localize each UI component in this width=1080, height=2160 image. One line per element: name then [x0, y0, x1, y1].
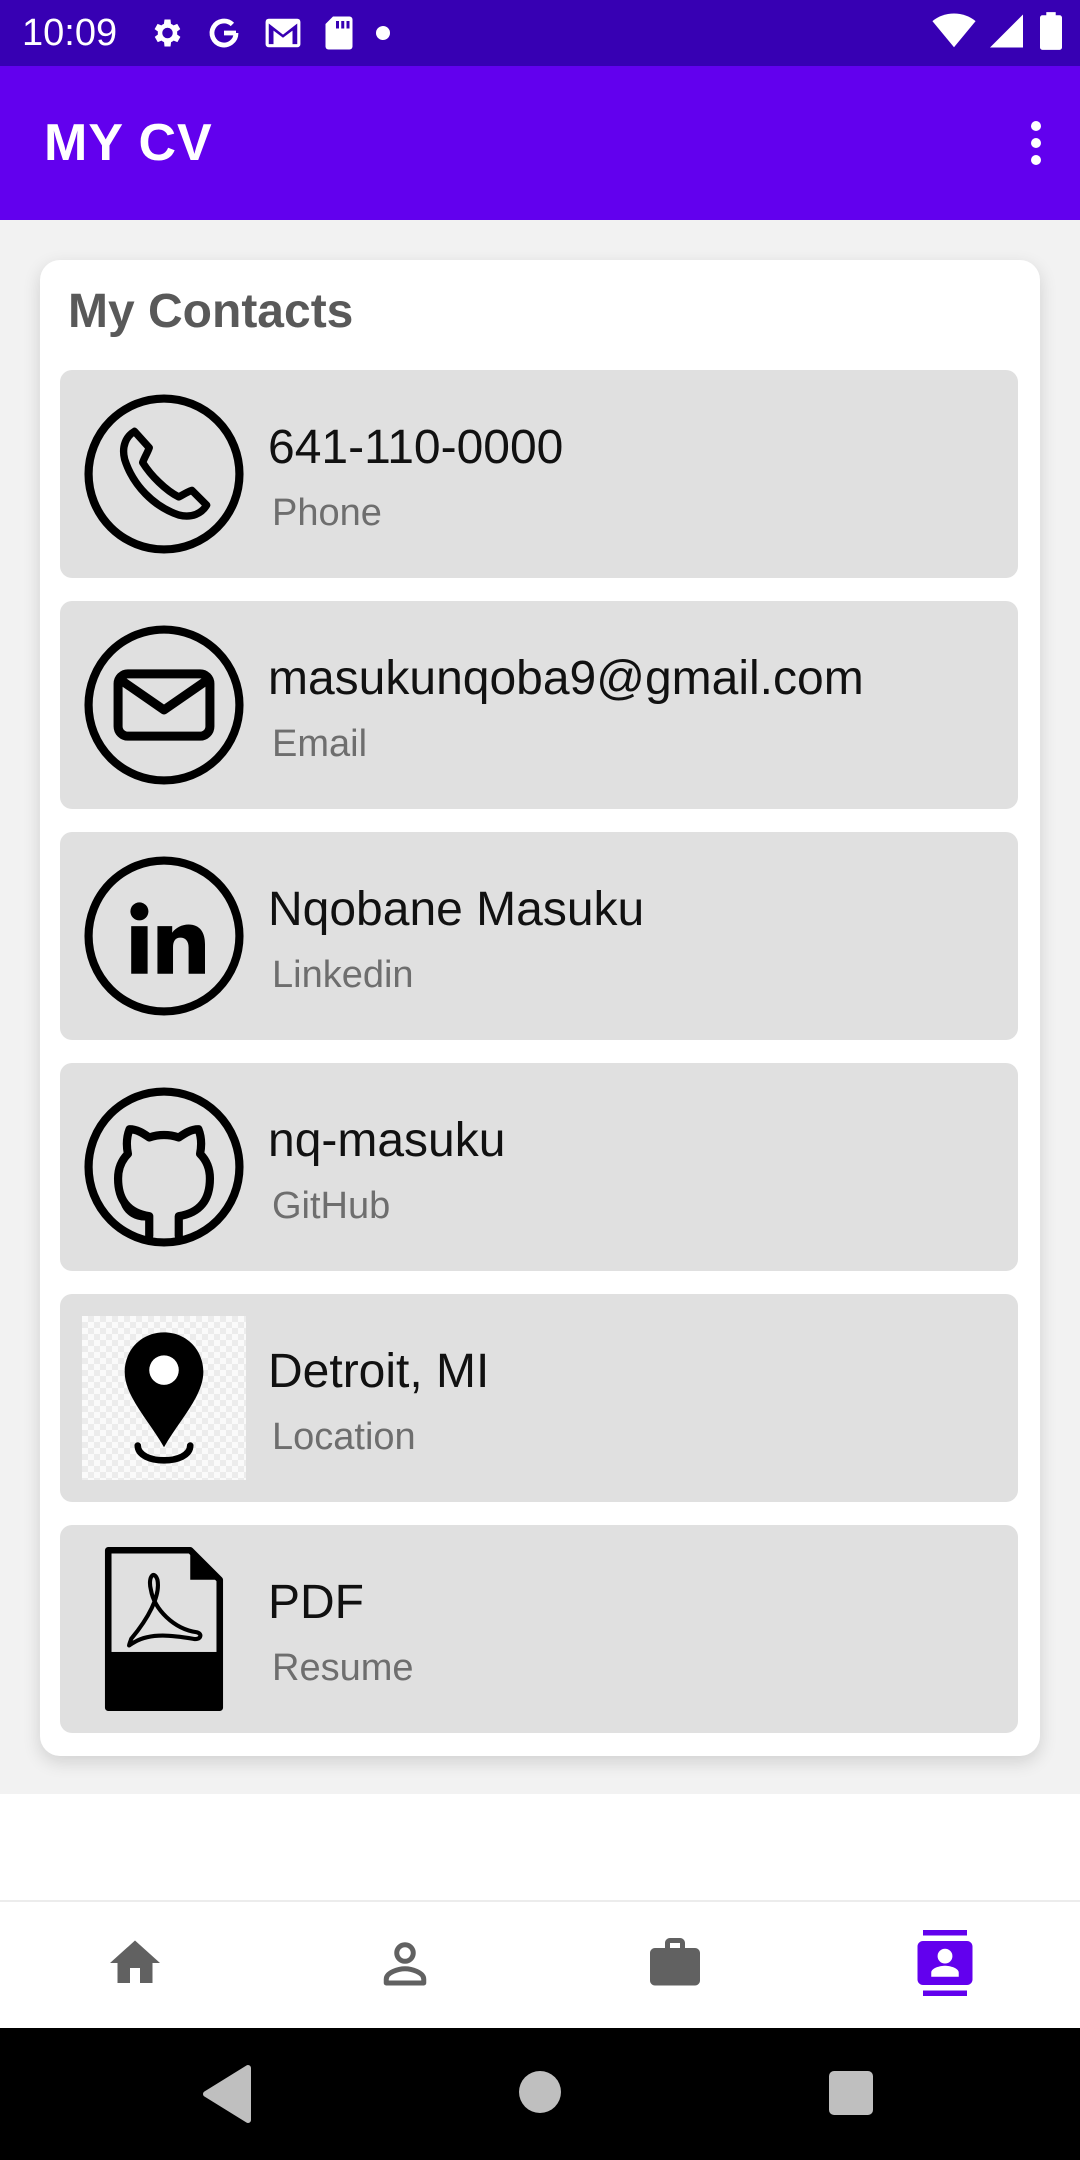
contact-label: Email — [272, 723, 368, 765]
menu-dot — [1031, 138, 1041, 148]
contact-label: Phone — [272, 492, 382, 534]
settings-icon — [148, 15, 184, 51]
contact-value: Nqobane Masuku — [268, 883, 645, 936]
empty-area — [0, 1794, 1080, 1900]
home-circle-icon[interactable] — [518, 2070, 562, 2119]
nav-experience[interactable] — [540, 1902, 810, 2028]
contact-label: Linkedin — [272, 954, 414, 996]
google-icon — [206, 15, 242, 51]
back-icon[interactable] — [200, 2064, 252, 2129]
contact-item-location[interactable]: Detroit, MI Location — [60, 1294, 1018, 1502]
person-icon — [375, 1933, 435, 1998]
content-area: My Contacts 641-110-0000 Phone masukunqo… — [0, 220, 1080, 1794]
status-time: 10:09 — [22, 12, 118, 54]
battery-icon — [1040, 11, 1062, 55]
contact-label: Resume — [272, 1647, 414, 1689]
briefcase-icon — [645, 1933, 705, 1998]
github-icon — [82, 1085, 246, 1249]
menu-dot — [1031, 121, 1041, 131]
home-icon — [105, 1933, 165, 1998]
contact-value: Detroit, MI — [268, 1345, 490, 1398]
location-pin-icon — [82, 1316, 246, 1480]
nav-profile[interactable] — [270, 1902, 540, 2028]
contact-item-phone[interactable]: 641-110-0000 Phone — [60, 370, 1018, 578]
nav-home[interactable] — [0, 1902, 270, 2028]
gmail-icon — [264, 16, 302, 50]
card-title: My Contacts — [68, 285, 354, 338]
email-icon — [82, 623, 246, 787]
app-bar: MY CV — [0, 66, 1080, 220]
contact-item-linkedin[interactable]: Nqobane Masuku Linkedin — [60, 832, 1018, 1040]
menu-dot — [1031, 155, 1041, 165]
contact-value: 641-110-0000 — [268, 421, 564, 474]
contact-item-resume[interactable]: PDF Resume — [60, 1525, 1018, 1733]
sd-card-icon — [324, 15, 354, 51]
status-system-icons — [932, 11, 1062, 55]
contact-value: PDF — [268, 1576, 364, 1629]
wifi-icon — [932, 13, 976, 54]
linkedin-icon — [82, 854, 246, 1018]
cellular-icon — [990, 13, 1026, 54]
notification-dot-icon — [376, 26, 390, 40]
contact-value: masukunqoba9@gmail.com — [268, 652, 864, 705]
app-title: MY CV — [44, 114, 213, 172]
phone-icon — [82, 392, 246, 556]
system-navigation-bar — [0, 2028, 1080, 2160]
recents-icon[interactable] — [828, 2070, 874, 2121]
contacts-icon — [912, 1929, 978, 2001]
status-bar: 10:09 — [0, 0, 1080, 66]
contact-item-github[interactable]: nq-masuku GitHub — [60, 1063, 1018, 1271]
contact-item-email[interactable]: masukunqoba9@gmail.com Email — [60, 601, 1018, 809]
bottom-navigation — [0, 1900, 1080, 2028]
status-notification-icons — [148, 12, 390, 54]
nav-contacts[interactable] — [810, 1902, 1080, 2028]
contact-label: Location — [272, 1416, 416, 1458]
pdf-file-icon — [82, 1547, 246, 1711]
contact-label: GitHub — [272, 1185, 391, 1227]
contact-value: nq-masuku — [268, 1114, 506, 1167]
more-vert-icon[interactable] — [1018, 115, 1054, 171]
contacts-card: My Contacts 641-110-0000 Phone masukunqo… — [40, 260, 1040, 1756]
